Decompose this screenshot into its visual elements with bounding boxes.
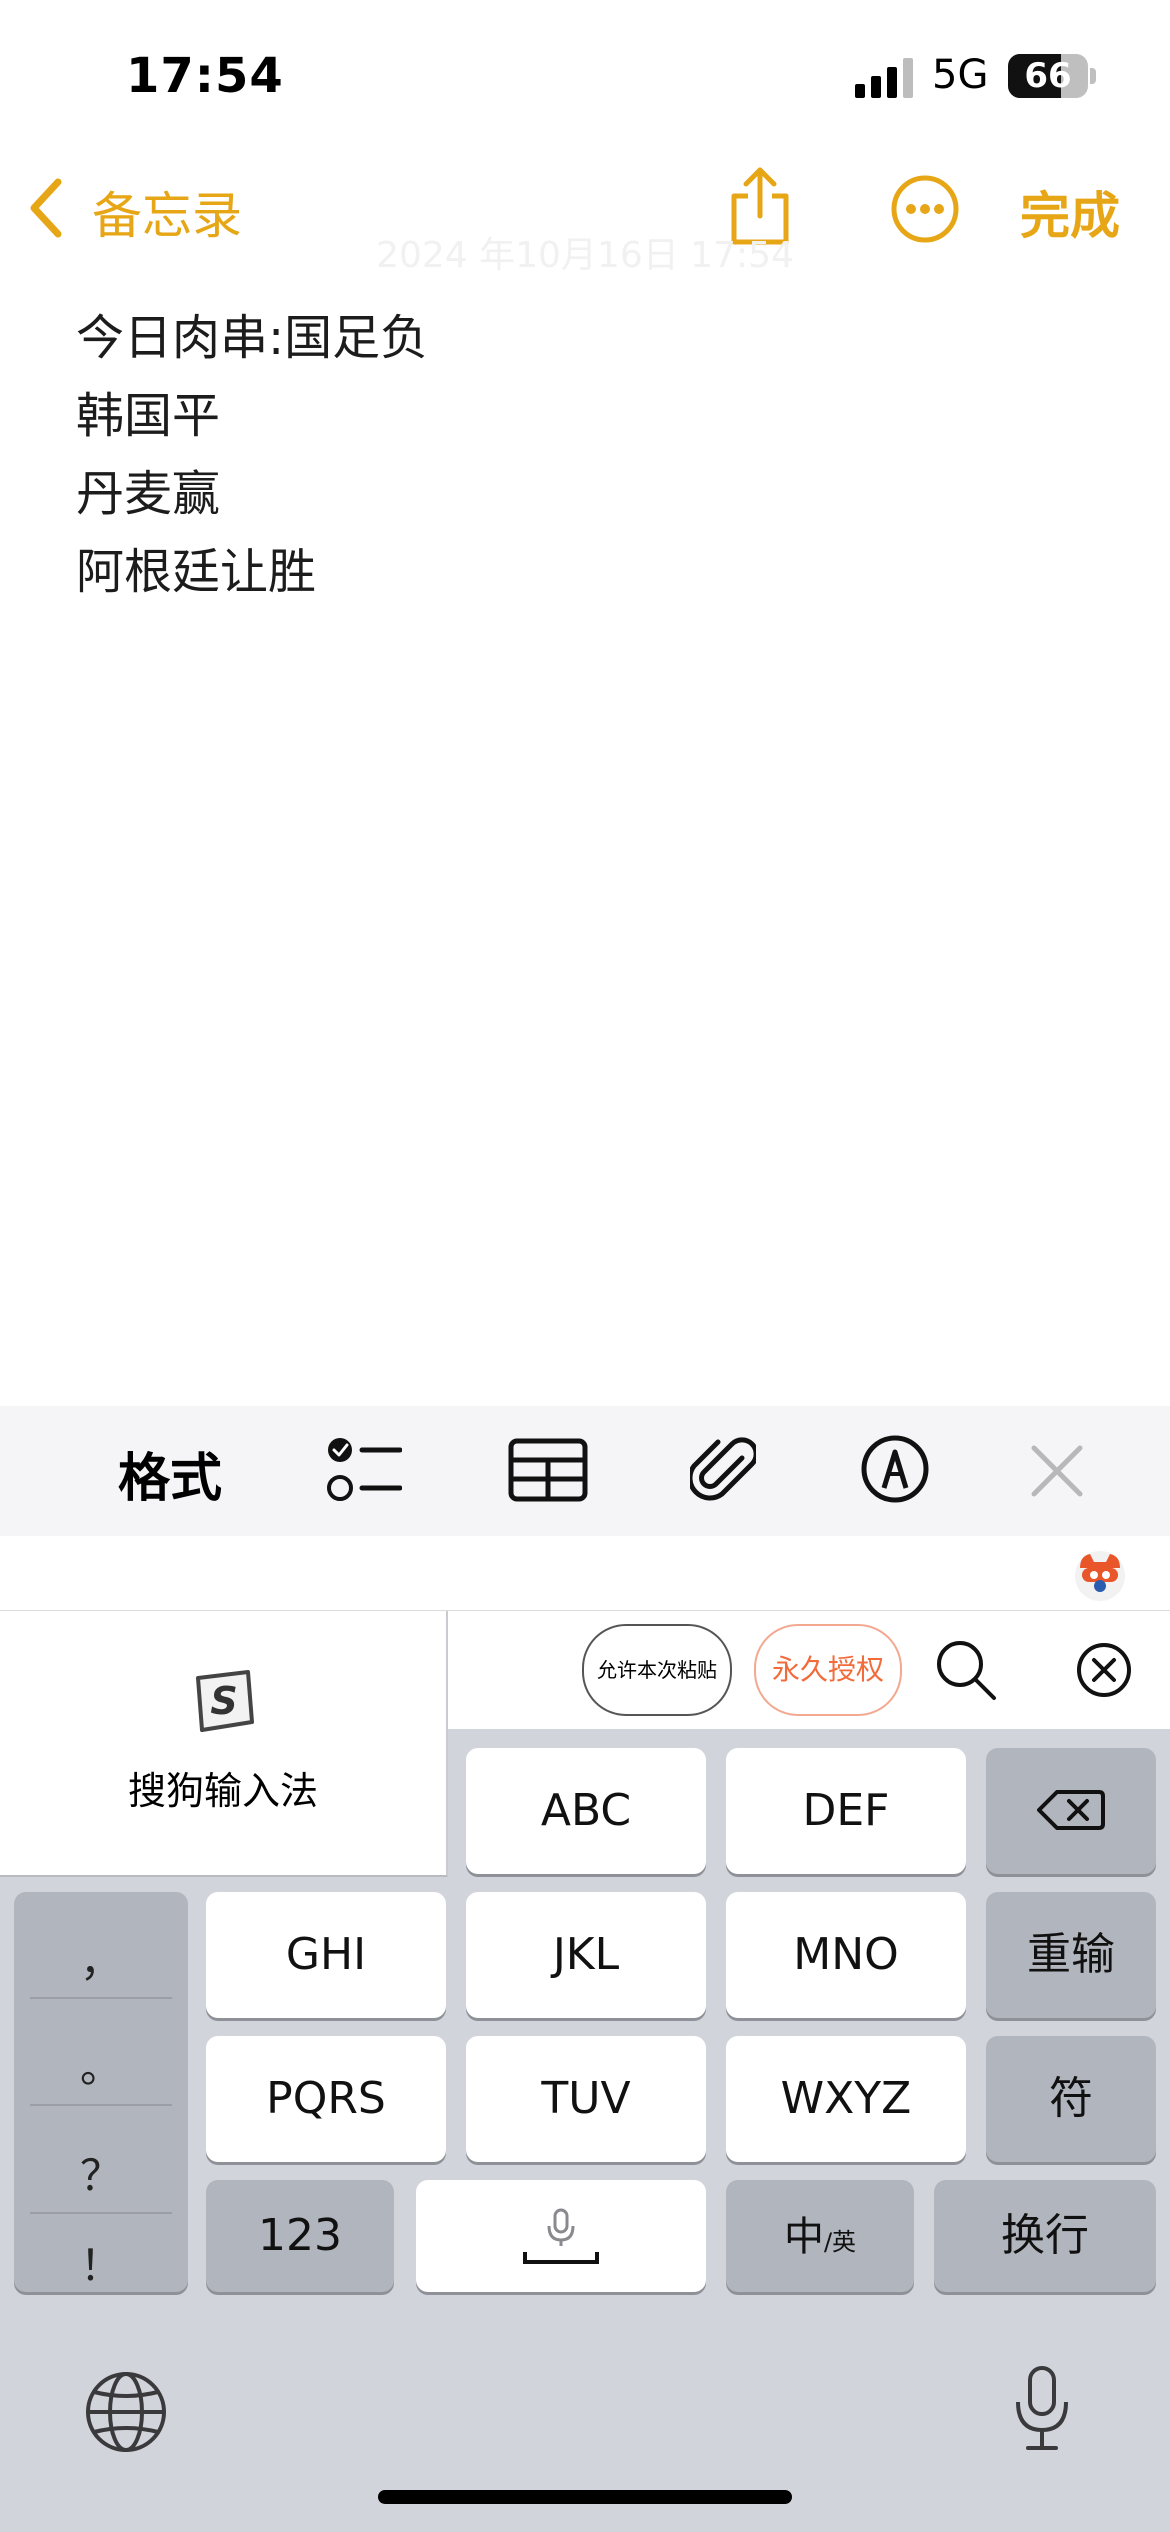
numbers-key[interactable]: 123 [206, 2180, 394, 2292]
key-wxyz[interactable]: WXYZ [726, 2036, 966, 2162]
punct-comma-key[interactable]: ， [14, 1928, 188, 1989]
ime-candidate-bar [0, 1536, 1170, 1611]
divider [30, 1997, 172, 1999]
ime-name: 搜狗输入法 [127, 1769, 318, 1813]
globe-icon[interactable] [84, 2370, 168, 2454]
key-ghi[interactable]: GHI [206, 1892, 446, 2018]
voice-space-icon [523, 2208, 599, 2264]
key-label: GHI [285, 1929, 367, 1980]
lang-sub-label: /英 [823, 2228, 857, 2256]
punct-exclaim-key[interactable]: ！ [14, 2232, 188, 2293]
key-tuv[interactable]: TUV [466, 2036, 706, 2162]
battery-nub [1090, 68, 1096, 84]
divider [30, 2104, 172, 2106]
note-line[interactable]: 阿根廷让胜 [76, 532, 316, 602]
key-label: MNO [793, 1929, 899, 1980]
battery-icon: 66 [1008, 54, 1088, 98]
key-label: 换行 [1001, 2210, 1089, 2261]
status-time: 17:54 [126, 48, 284, 104]
note-line[interactable]: 韩国平 [76, 376, 220, 446]
key-label: PQRS [266, 2073, 386, 2124]
sogou-mascot-icon[interactable] [1072, 1546, 1128, 1602]
close-keyboard-icon[interactable] [1076, 1642, 1132, 1698]
key-label: DEF [802, 1785, 890, 1836]
home-indicator[interactable] [378, 2490, 792, 2504]
key-label: 重输 [1027, 1929, 1115, 1980]
key-label: 中/英 [726, 2180, 914, 2298]
format-button[interactable]: 格式 [118, 1436, 222, 1511]
key-label: 符 [1049, 2073, 1093, 2124]
battery-percent: 66 [1024, 56, 1072, 96]
key-label: TUV [541, 2073, 631, 2124]
table-icon[interactable] [508, 1438, 588, 1502]
note-line[interactable]: 丹麦赢 [76, 454, 220, 524]
punct-period-key[interactable]: 。 [14, 2034, 188, 2095]
svg-text:S: S [210, 1679, 237, 1723]
ime-brand-panel[interactable] [0, 1611, 448, 1877]
grant-permanent-button[interactable]: 永久授权 [754, 1624, 902, 1716]
symbol-key[interactable]: 符 [986, 2036, 1156, 2162]
divider [30, 2212, 172, 2214]
backspace-key[interactable] [986, 1748, 1156, 1874]
close-toolbar-icon[interactable] [1030, 1444, 1084, 1498]
key-label: JKL [552, 1929, 620, 1980]
key-abc[interactable]: ABC [466, 1748, 706, 1874]
attachment-paperclip-icon[interactable] [690, 1434, 756, 1506]
key-jkl[interactable]: JKL [466, 1892, 706, 2018]
allow-paste-once-button[interactable]: 允许本次粘贴 [582, 1624, 732, 1716]
search-icon[interactable] [934, 1638, 998, 1702]
key-label: WXYZ [780, 2073, 912, 2124]
newline-key[interactable]: 换行 [934, 2180, 1156, 2292]
punctuation-column[interactable]: ， 。 ？ ！ [14, 1892, 188, 2292]
language-switch-key[interactable]: 中/英 [726, 2180, 914, 2292]
checklist-icon[interactable] [326, 1434, 402, 1504]
lang-main-label: 中 [783, 2214, 824, 2260]
cellular-signal-icon [855, 58, 913, 98]
key-def[interactable]: DEF [726, 1748, 966, 1874]
key-mno[interactable]: MNO [726, 1892, 966, 2018]
key-label: ABC [540, 1785, 632, 1836]
punct-question-key[interactable]: ？ [14, 2142, 188, 2203]
note-date-header: 2024 年10月16日 17:54 [376, 235, 794, 276]
reinput-key[interactable]: 重输 [986, 1892, 1156, 2018]
dictation-mic-icon[interactable] [1010, 2364, 1074, 2454]
key-pqrs[interactable]: PQRS [206, 2036, 446, 2162]
markup-pen-icon[interactable] [860, 1434, 930, 1504]
note-line[interactable]: 今日肉串:国足负 [76, 298, 428, 368]
network-type: 5G [932, 52, 989, 98]
space-key[interactable] [416, 2180, 706, 2292]
backspace-icon [1037, 1790, 1105, 1830]
key-label: 123 [258, 2210, 342, 2261]
sogou-logo-icon: S [196, 1670, 254, 1732]
